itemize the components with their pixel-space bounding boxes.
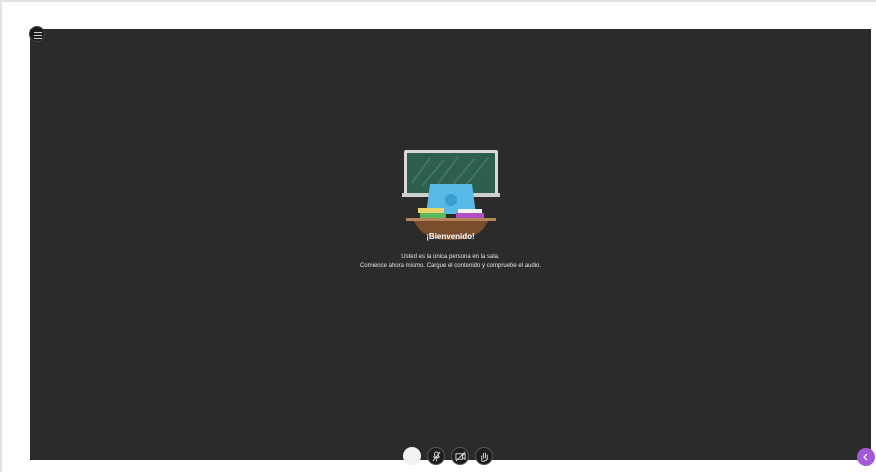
welcome-title: ¡Bienvenido!	[426, 232, 475, 241]
raise-hand-icon[interactable]	[475, 447, 493, 465]
app-window: ¡Bienvenido! Usted es la única persona e…	[0, 0, 876, 472]
session-stage	[30, 29, 871, 460]
welcome-message-line-2: Comience ahora mismo. Cargue el contenid…	[359, 263, 542, 269]
user-avatar-icon[interactable]	[403, 447, 421, 465]
camera-off-icon[interactable]	[451, 447, 469, 465]
session-controls	[403, 446, 493, 466]
collaborate-panel-icon[interactable]	[857, 448, 875, 466]
classroom-illustration	[402, 150, 500, 240]
welcome-message-line-1: Usted es la única persona en la sala.	[401, 254, 500, 260]
microphone-muted-icon[interactable]	[427, 447, 445, 465]
hamburger-menu-icon[interactable]	[29, 26, 45, 42]
